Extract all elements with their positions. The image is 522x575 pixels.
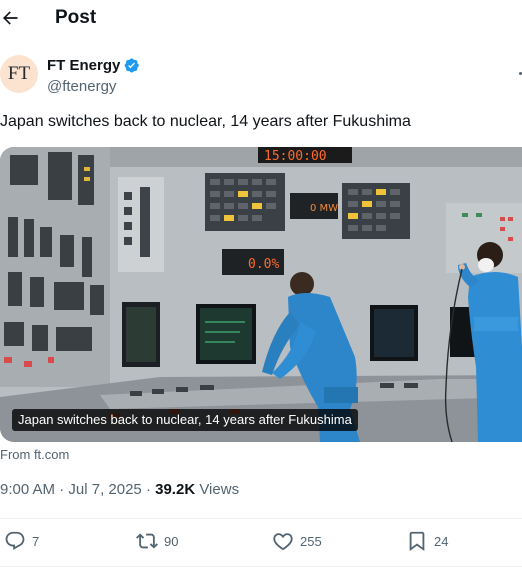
post-time[interactable]: 9:00 AM [0, 481, 55, 498]
author-name: FT Energy [47, 57, 121, 74]
post-header: Post [0, 0, 522, 38]
like-icon [273, 533, 293, 551]
reply-count: 7 [32, 533, 40, 549]
avatar-text: FT [7, 63, 31, 84]
views-count: 39.2K [155, 481, 196, 498]
source-link[interactable]: From ft.com [0, 447, 69, 462]
meta-separator-2: · [141, 481, 156, 498]
panel-small-readout: 0 MW [310, 203, 338, 214]
divider-bottom [0, 566, 522, 567]
author-name-row[interactable]: FT Energy [47, 57, 140, 74]
divider-top [0, 518, 522, 519]
panel-clock-readout: 15:00:00 [264, 149, 327, 164]
verified-badge-icon [125, 58, 140, 73]
repost-button[interactable]: 90 [136, 530, 178, 552]
back-arrow-icon [3, 11, 18, 25]
reply-button[interactable]: 7 [4, 530, 39, 552]
tweet-text: Japan switches back to nuclear, 14 years… [0, 113, 411, 130]
control-room-photo: 15:00:00 0 MW 0.0% [0, 147, 522, 442]
post-date[interactable]: Jul 7, 2025 [68, 481, 141, 498]
media-caption: Japan switches back to nuclear, 14 years… [12, 409, 358, 431]
post-meta: 9:00 AM · Jul 7, 2025 · 39.2K Views [0, 481, 239, 498]
back-button[interactable] [0, 6, 22, 30]
repost-icon [136, 533, 158, 549]
like-count: 255 [300, 533, 322, 549]
author-handle[interactable]: @ftenergy [47, 78, 116, 95]
panel-percent-readout: 0.0% [248, 257, 279, 272]
page-title: Post [55, 7, 97, 28]
author-avatar[interactable]: FT [0, 55, 38, 93]
meta-separator-1: · [55, 481, 69, 498]
views-label: Views [199, 481, 240, 498]
bookmark-count: 24 [434, 533, 449, 549]
action-bar: 7 90 255 24 [0, 522, 522, 562]
bookmark-icon [409, 531, 425, 552]
repost-count: 90 [164, 533, 179, 549]
tweet-media-image[interactable]: 15:00:00 0 MW 0.0% [0, 147, 522, 442]
reply-icon [5, 531, 25, 550]
bookmark-button[interactable]: 24 [406, 530, 448, 552]
like-button[interactable]: 255 [272, 530, 322, 552]
